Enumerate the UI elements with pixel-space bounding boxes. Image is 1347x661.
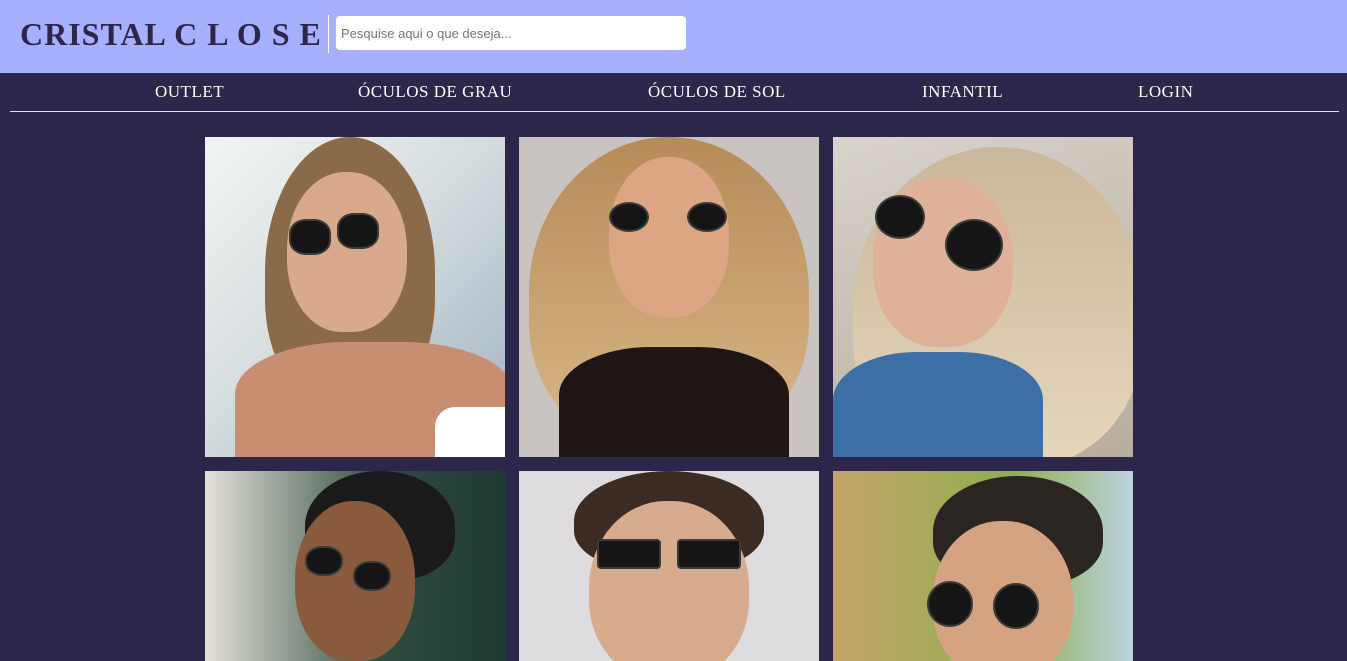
product-photo-man-square-sunglasses[interactable] — [519, 471, 819, 661]
site-logo[interactable]: CRISTAL C L O S E — [20, 15, 329, 53]
product-photo-woman-hexagonal-sunglasses[interactable] — [205, 137, 505, 457]
nav-item-oculos-de-grau[interactable]: ÓCULOS DE GRAU — [358, 82, 512, 102]
nav-divider — [10, 111, 1339, 112]
main-nav: OUTLET ÓCULOS DE GRAU ÓCULOS DE SOL INFA… — [0, 73, 1347, 111]
nav-item-outlet[interactable]: OUTLET — [155, 82, 224, 102]
search-input[interactable] — [336, 16, 686, 50]
product-photo-woman-aviator-sunglasses[interactable] — [833, 137, 1133, 457]
site-header: CRISTAL C L O S E — [0, 0, 1347, 73]
nav-item-oculos-de-sol[interactable]: ÓCULOS DE SOL — [648, 82, 786, 102]
nav-item-login[interactable]: LOGIN — [1138, 82, 1193, 102]
product-photo-man-braids-sunglasses[interactable] — [205, 471, 505, 661]
product-photo-woman-blonde-round-sunglasses[interactable] — [519, 137, 819, 457]
nav-item-infantil[interactable]: INFANTIL — [922, 82, 1003, 102]
product-photo-man-round-sunglasses[interactable] — [833, 471, 1133, 661]
